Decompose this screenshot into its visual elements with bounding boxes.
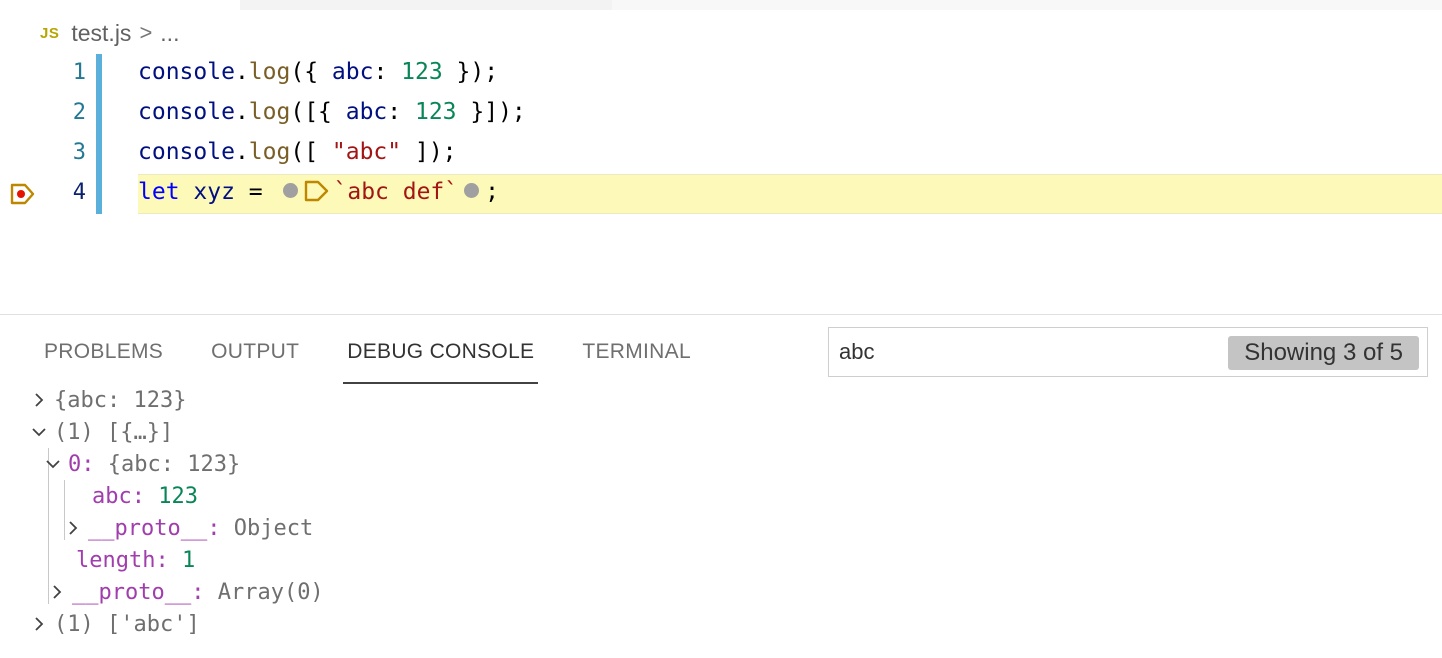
modified-line-indicator[interactable] (96, 174, 102, 214)
property-key: abc (92, 483, 132, 509)
console-row[interactable]: length: 1 (76, 544, 195, 576)
tab-terminal[interactable]: TERMINAL (582, 330, 691, 384)
console-value: {abc: 123} (107, 451, 241, 477)
console-row[interactable]: (1) ['abc'] (28, 608, 200, 640)
tab-debug-console[interactable]: DEBUG CONSOLE (343, 330, 539, 384)
inline-breakpoint-dot-icon[interactable] (464, 183, 480, 198)
console-value: Object (233, 515, 314, 541)
breadcrumb: JS test.js > ... (40, 18, 179, 48)
line-number: 3 (72, 140, 86, 165)
console-value: 123 (158, 483, 198, 509)
modified-line-indicator[interactable] (96, 94, 102, 134)
chevron-right-icon[interactable] (28, 613, 50, 635)
breadcrumb-symbol[interactable]: ... (160, 20, 179, 47)
tab-output[interactable]: OUTPUT (211, 330, 299, 384)
breakpoint-stopped-icon[interactable] (10, 183, 36, 205)
code-text[interactable]: console.log([ "abc" ]); (138, 139, 457, 165)
chevron-down-icon[interactable] (28, 421, 50, 443)
modified-line-indicator[interactable] (96, 54, 102, 94)
console-row[interactable]: (1) [{…}] (28, 416, 173, 448)
breadcrumb-file[interactable]: test.js (71, 20, 131, 47)
property-key: __proto__ (72, 579, 192, 605)
code-line[interactable]: 1 console.log({ abc: 123 }); (0, 54, 1442, 94)
code-editor[interactable]: 1 console.log({ abc: 123 }); 2 console.l… (0, 54, 1442, 224)
tab-problems[interactable]: PROBLEMS (44, 330, 163, 384)
chevron-right-icon: > (139, 20, 153, 45)
editor-tab-area[interactable] (240, 0, 612, 10)
console-value: Array(0) (217, 579, 324, 605)
line-number: 1 (72, 60, 86, 85)
editor-tab-strip (0, 0, 1442, 10)
code-text[interactable]: console.log({ abc: 123 }); (138, 59, 498, 85)
console-value: (1) ['abc'] (54, 611, 200, 637)
chevron-right-icon[interactable] (46, 581, 68, 603)
panel-tab-bar: PROBLEMS OUTPUT DEBUG CONSOLE TERMINAL (44, 330, 739, 384)
chevron-right-icon[interactable] (28, 389, 50, 411)
code-line-current[interactable]: 4 let xyz = `abc def`; (0, 174, 1442, 214)
debug-console-output[interactable]: {abc: 123} (1) [{…}] 0: {abc: 123} abc: … (0, 384, 1442, 658)
line-number: 4 (72, 180, 86, 205)
chevron-right-icon[interactable] (62, 517, 84, 539)
javascript-file-icon: JS (40, 24, 60, 42)
line-number: 2 (72, 100, 86, 125)
modified-line-indicator[interactable] (96, 134, 102, 174)
console-row[interactable]: __proto__: Object (62, 512, 313, 544)
code-line[interactable]: 3 console.log([ "abc" ]); (0, 134, 1442, 174)
console-value: (1) [{…}] (54, 419, 174, 445)
filter-input[interactable] (839, 338, 1199, 366)
code-line[interactable]: 2 console.log([{ abc: 123 }]); (0, 94, 1442, 134)
console-filter: Showing 3 of 5 (828, 327, 1428, 377)
property-key: 0 (68, 451, 82, 477)
console-row[interactable]: __proto__: Array(0) (46, 576, 324, 608)
panel-divider[interactable] (0, 314, 1442, 315)
console-value: 1 (181, 547, 196, 573)
console-row[interactable]: 0: {abc: 123} (42, 448, 240, 480)
property-key: __proto__ (88, 515, 208, 541)
filter-result-badge: Showing 3 of 5 (1228, 336, 1419, 370)
chevron-down-icon[interactable] (42, 453, 64, 475)
console-row[interactable]: abc: 123 (92, 480, 198, 512)
editor-tab-empty-area (612, 0, 1442, 10)
console-value: {abc: 123} (54, 387, 187, 413)
console-row[interactable]: {abc: 123} (28, 384, 186, 416)
code-text[interactable]: console.log([{ abc: 123 }]); (138, 99, 526, 125)
code-text[interactable]: let xyz = `abc def`; (138, 179, 499, 205)
property-key: length (76, 547, 156, 573)
inline-stack-frame-icon[interactable] (304, 180, 330, 202)
inline-breakpoint-dot-icon[interactable] (282, 183, 298, 198)
